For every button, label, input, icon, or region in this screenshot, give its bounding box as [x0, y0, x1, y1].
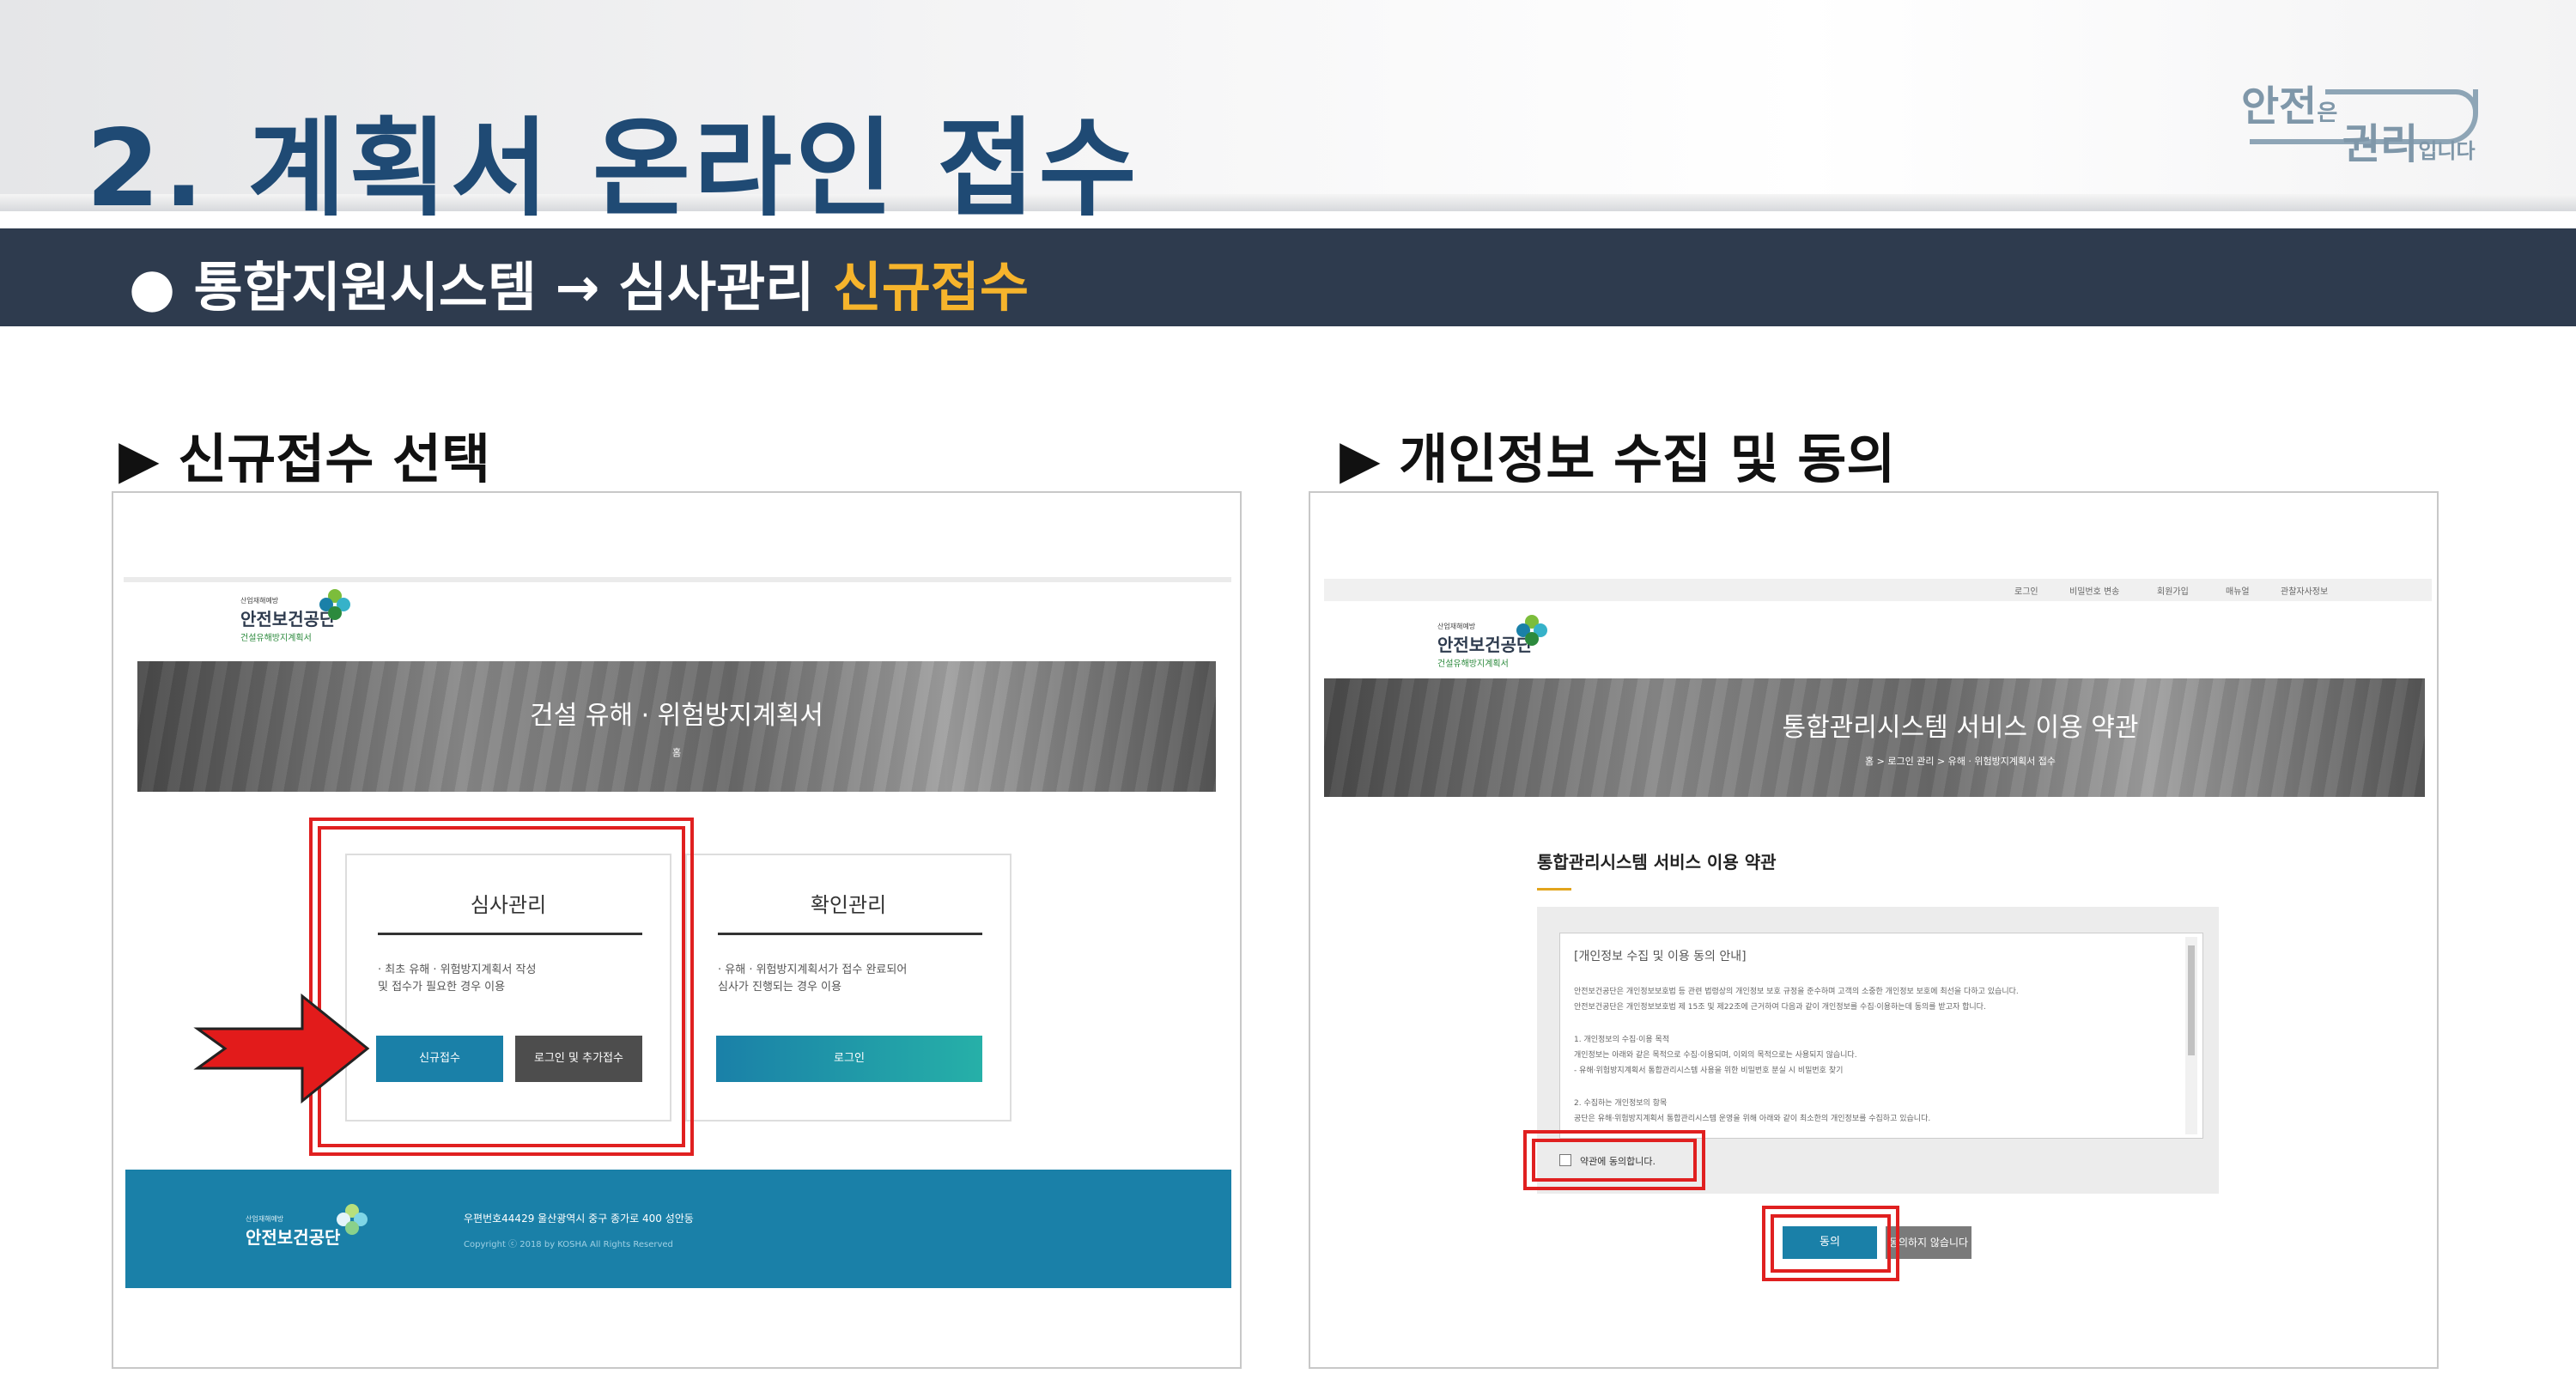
footer-copyright: Copyright ⓒ 2018 by KOSHA All Rights Res… — [464, 1240, 673, 1249]
card-confirm: 확인관리 · 유해 · 위험방지계획서가 접수 완료되어 심사가 진행되는 경우… — [685, 854, 1012, 1122]
terms-scroll-thumb[interactable] — [2188, 945, 2195, 1055]
footer-address: 우편번호44429 울산광역시 중구 종가로 400 성안동 — [464, 1213, 694, 1225]
red-arrow-icon — [193, 993, 370, 1104]
terms-textarea[interactable]: [개인정보 수집 및 이용 동의 안내] 안전보건공단은 개인정보보호법 등 관… — [1559, 933, 2203, 1139]
right-screenshot: 로그인 비밀번호 변송 회원가입 매뉴얼 관찰자사정보 산업재해예방 안전보건공… — [1309, 491, 2439, 1369]
terms-title-accent — [1537, 888, 1571, 891]
logo-line2: 권리입니다 — [2342, 120, 2476, 168]
page-banner: 통합관리시스템 서비스 이용 약관 홈 > 로그인 관리 > 유해 · 위험방지… — [1324, 678, 2425, 797]
site-footer: 산업재해예방 안전보건공단 우편번호44429 울산광역시 중구 종가로 400… — [125, 1170, 1231, 1288]
agree-highlight-box — [1523, 1130, 1705, 1190]
left-screenshot: 산업재해예방 안전보건공단 건설유해방지계획서 건설 유해 · 위험방지계획서 … — [112, 491, 1242, 1369]
nav-login[interactable]: 로그인 — [2014, 584, 2038, 597]
clover-icon — [319, 589, 350, 620]
banner-title: 통합관리시스템 서비스 이용 약관 — [1782, 713, 2139, 743]
footer-logo: 산업재해예방 안전보건공단 — [246, 1215, 341, 1248]
banner-title: 건설 유해 · 위험방지계획서 — [530, 701, 823, 731]
terms-scrollbar[interactable] — [2185, 937, 2197, 1134]
card-confirm-title: 확인관리 — [810, 893, 887, 917]
banner-breadcrumb: 홈 — [671, 747, 682, 758]
campaign-logo: 안전은 권리입니다 — [2236, 69, 2485, 168]
band-text: ● 통합지원시스템 → 심사관리 신규접수 — [129, 256, 1029, 319]
button-highlight-box — [1762, 1206, 1899, 1281]
band-highlight: 신규접수 — [832, 256, 1029, 319]
right-heading: ▶ 개인정보 수집 및 동의 — [1340, 428, 1896, 490]
page-title: 2. 계획서 온라인 접수 — [86, 107, 1140, 231]
page-banner: 건설 유해 · 위험방지계획서 홈 — [137, 661, 1216, 792]
logo-line1: 안전은 — [2241, 82, 2338, 131]
nav-password[interactable]: 비밀번호 변송 — [2069, 584, 2119, 597]
footer-clover-icon — [337, 1204, 368, 1235]
top-nav: 로그인 비밀번호 변송 회원가입 매뉴얼 관찰자사정보 — [1324, 579, 2432, 601]
clover-icon — [1516, 615, 1547, 646]
card-confirm-desc: · 유해 · 위험방지계획서가 접수 완료되어 심사가 진행되는 경우 이용 — [718, 964, 908, 994]
top-divider — [124, 577, 1231, 582]
nav-manual[interactable]: 매뉴얼 — [2226, 584, 2250, 597]
nav-signup[interactable]: 회원가입 — [2157, 584, 2189, 597]
left-heading: ▶ 신규접수 선택 — [118, 428, 491, 490]
terms-title: 통합관리시스템 서비스 이용 약관 — [1537, 852, 1777, 872]
nav-observer[interactable]: 관찰자사정보 — [2281, 584, 2328, 597]
banner-breadcrumb: 홈 > 로그인 관리 > 유해 · 위험방지계획서 접수 — [1865, 756, 2056, 767]
logo-swoosh-top — [2325, 89, 2478, 112]
section-band: ● 통합지원시스템 → 심사관리 신규접수 — [0, 228, 2576, 326]
login-button[interactable]: 로그인 — [716, 1036, 982, 1082]
card-confirm-rule — [718, 933, 982, 935]
